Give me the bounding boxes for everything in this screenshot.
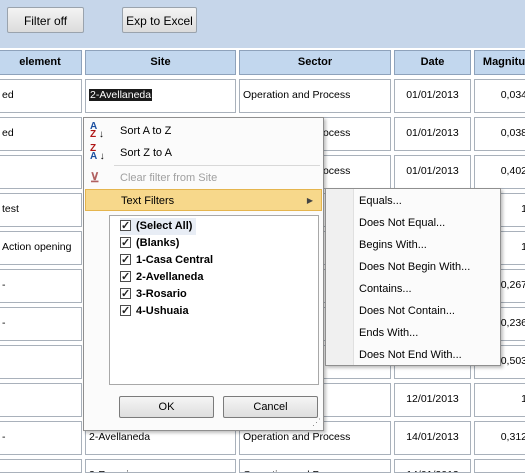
filter-ends-with-item[interactable]: Ends With... (359, 322, 418, 344)
resize-grip-icon[interactable]: ⋰ (312, 417, 321, 428)
sort-a-to-z-item[interactable]: AZ ↓ Sort A to Z (85, 120, 322, 142)
table-cell[interactable]: 14/01/2013 (394, 421, 471, 455)
clear-filter-icon: ⊻ (90, 170, 100, 185)
header-site[interactable]: Site (85, 50, 236, 75)
table-cell[interactable] (0, 345, 82, 379)
export-excel-button[interactable]: Exp to Excel (122, 7, 197, 33)
sort-ascending-icon: AZ ↓ (90, 121, 104, 140)
table-cell[interactable]: 0,312 (474, 421, 525, 455)
table-cell[interactable]: - (0, 421, 82, 455)
text-filters-label: Text Filters (121, 195, 175, 207)
table-cell[interactable]: test (0, 193, 82, 227)
table-cell[interactable]: 14/01/2013 (394, 459, 471, 473)
sort-a-to-z-label: Sort A to Z (120, 125, 172, 137)
sort-z-to-a-label: Sort Z to A (120, 147, 172, 159)
submenu-arrow-icon: ▶ (306, 196, 313, 205)
checklist-item[interactable]: 3-Rosario (120, 286, 187, 303)
text-filters-item[interactable]: Text Filters ▶ (85, 189, 322, 211)
checklist-item[interactable]: 2-Avellaneda (120, 269, 203, 286)
filter-not-equal-item[interactable]: Does Not Equal... (359, 212, 445, 234)
checkbox-checked-icon[interactable] (120, 286, 131, 303)
cancel-button[interactable]: Cancel (223, 396, 318, 418)
table-cell[interactable]: 01/01/2013 (394, 117, 471, 151)
table-cell[interactable]: Operation and Process (239, 79, 391, 113)
table-cell[interactable]: ed (0, 117, 82, 151)
checklist-item[interactable]: (Select All) (120, 218, 197, 235)
checkbox-checked-icon[interactable] (120, 252, 131, 269)
table-cell[interactable]: 0,034 (474, 79, 525, 113)
value-checklist: (Select All) (Blanks) 1-Casa Central 2-A… (109, 215, 319, 385)
menu-separator (114, 165, 320, 166)
checkbox-checked-icon[interactable] (120, 235, 131, 252)
filter-dropdown-menu: AZ ↓ Sort A to Z ZA ↓ Sort Z to A ⊻ Clea… (83, 117, 324, 431)
filter-off-button[interactable]: Filter off (7, 7, 84, 33)
header-date[interactable]: Date (394, 50, 471, 75)
toolbar: Filter off Exp to Excel (0, 0, 525, 48)
table-cell[interactable]: 12/01/2013 (394, 383, 471, 417)
clear-filter-label: Clear filter from Site (120, 172, 218, 184)
table-cell[interactable]: 0,402 (474, 155, 525, 189)
ok-button[interactable]: OK (119, 396, 214, 418)
filter-not-begin-with-item[interactable]: Does Not Begin With... (359, 256, 470, 278)
sort-z-to-a-item[interactable]: ZA ↓ Sort Z to A (85, 142, 322, 164)
filter-contains-item[interactable]: Contains... (359, 278, 412, 300)
filter-not-end-with-item[interactable]: Does Not End With... (359, 344, 462, 366)
table-cell[interactable]: - (0, 269, 82, 303)
header-magnitude[interactable]: Magnitu (474, 50, 525, 75)
table-cell[interactable] (0, 459, 82, 473)
sort-descending-icon: ZA ↓ (90, 143, 105, 162)
header-sector[interactable]: Sector (239, 50, 391, 75)
clear-filter-item[interactable]: ⊻ Clear filter from Site (85, 167, 322, 189)
table-cell[interactable]: ed (0, 79, 82, 113)
checkbox-checked-icon[interactable] (120, 218, 131, 235)
checkbox-checked-icon[interactable] (120, 269, 131, 286)
table-cell[interactable]: Action opening (0, 231, 82, 265)
submenu-gutter (326, 189, 354, 365)
header-element[interactable]: element (0, 50, 82, 75)
filter-begins-with-item[interactable]: Begins With... (359, 234, 427, 256)
checkbox-checked-icon[interactable] (120, 303, 131, 320)
selected-cell-value: 2-Avellaneda (89, 89, 153, 101)
checklist-item[interactable]: 1-Casa Central (120, 252, 213, 269)
table-cell[interactable]: Operation and Process (239, 459, 391, 473)
filter-equals-item[interactable]: Equals... (359, 190, 402, 212)
table-cell[interactable]: 2-Avellaneda (85, 79, 236, 113)
table-cell[interactable] (0, 155, 82, 189)
checklist-item[interactable]: (Blanks) (120, 235, 179, 252)
text-filters-submenu: Equals... Does Not Equal... Begins With.… (325, 188, 501, 366)
table-cell[interactable]: 1 (474, 383, 525, 417)
table-cell[interactable]: 01/01/2013 (394, 155, 471, 189)
checklist-item[interactable]: 4-Ushuaia (120, 303, 189, 320)
table-cell[interactable] (0, 383, 82, 417)
table-cell[interactable]: 3-Rosario (85, 459, 236, 473)
table-cell[interactable] (474, 459, 525, 473)
table-cell[interactable]: 01/01/2013 (394, 79, 471, 113)
table-cell[interactable]: 0,038 (474, 117, 525, 151)
filter-not-contain-item[interactable]: Does Not Contain... (359, 300, 455, 322)
table-cell[interactable]: - (0, 307, 82, 341)
